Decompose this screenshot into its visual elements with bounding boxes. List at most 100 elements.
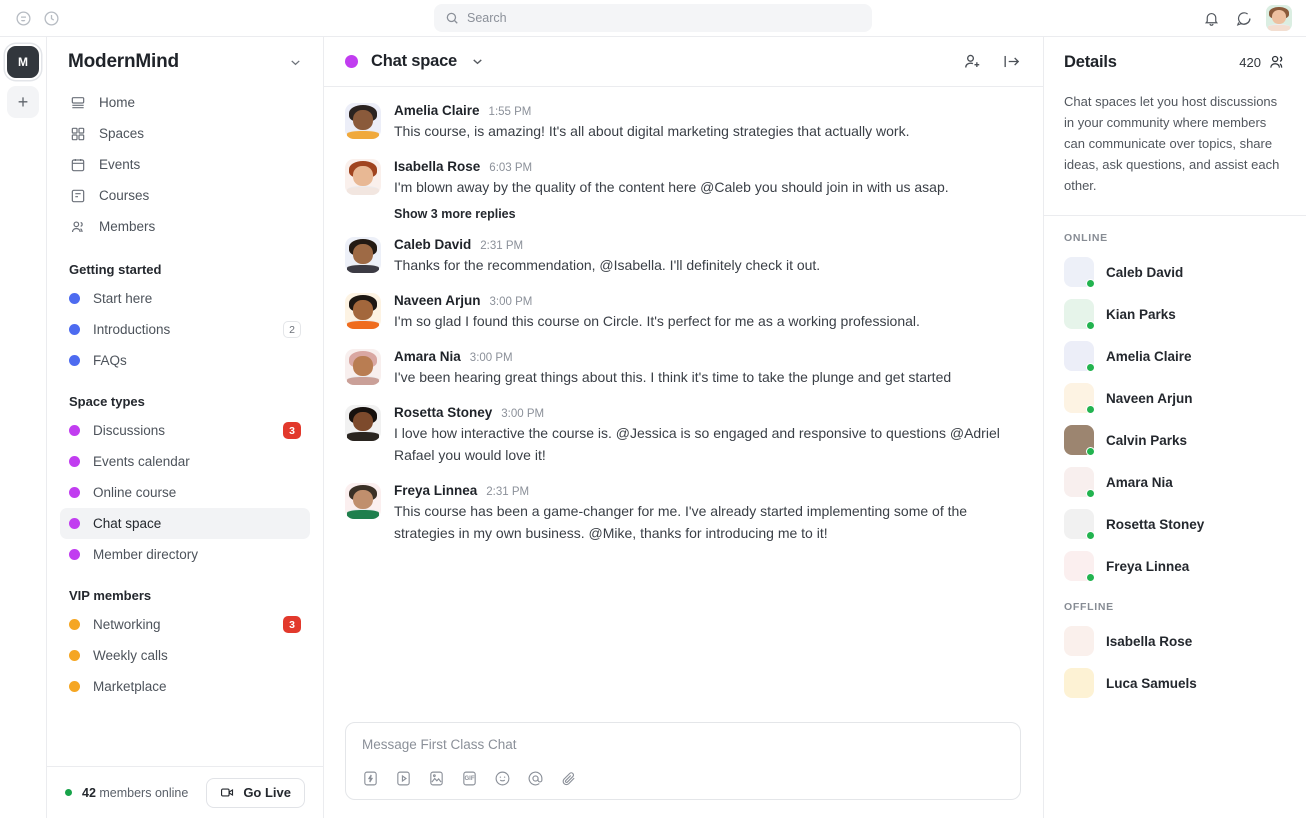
show-more-replies-link[interactable]: Show 3 more replies [394,207,949,221]
message-header: Caleb David 2:31 PM [394,237,820,252]
gif-box-icon[interactable]: GIF [461,770,478,787]
sidebar-item-online-course[interactable]: Online course [60,477,310,508]
avatar[interactable] [345,404,381,441]
topbar-right-icons [1202,5,1292,31]
online-status-dot-icon [1086,489,1095,499]
topbar-left-icons [14,9,60,27]
bell-icon[interactable] [1202,9,1220,27]
details-panel: Details 420 Chat spaces let you host dis… [1044,37,1306,818]
message-body: Isabella Rose 6:03 PM I'm blown away by … [394,159,949,221]
message-author[interactable]: Freya Linnea [394,483,477,498]
search-bar[interactable] [434,4,872,32]
attachment-icon[interactable] [560,770,577,787]
list-item[interactable]: Luca Samuels [1044,662,1306,704]
message-time: 6:03 PM [489,161,533,174]
member-count: 420 [1239,54,1261,70]
members-icon [69,218,86,235]
message-item: Naveen Arjun 3:00 PM I'm so glad I found… [345,292,1021,333]
members-online-suffix: members online [95,785,189,800]
emoji-icon[interactable] [494,770,511,787]
list-item[interactable]: Calvin Parks [1044,419,1306,461]
sidebar-item-faqs[interactable]: FAQs [60,345,310,376]
space-dot-icon [69,324,80,335]
list-item[interactable]: Freya Linnea [1044,545,1306,587]
avatar[interactable] [345,103,381,139]
message-time: 3:00 PM [469,351,513,364]
message-item: Freya Linnea 2:31 PM This course has bee… [345,482,1021,545]
sidebar-item-courses[interactable]: Courses [60,180,310,211]
message-author[interactable]: Isabella Rose [394,159,480,174]
chevron-down-icon[interactable] [288,55,303,70]
avatar[interactable] [1266,5,1292,31]
sidebar-header[interactable]: ModernMind [47,37,323,87]
mention-icon[interactable] [527,770,544,787]
space-dot-icon [69,355,80,366]
image-box-icon[interactable] [428,770,445,787]
sidebar-item-members[interactable]: Members [60,211,310,242]
sidebar-item-label: Start here [93,291,153,306]
message-body: Freya Linnea 2:31 PM This course has bee… [394,483,1016,545]
message-author[interactable]: Amara Nia [394,349,461,364]
sidebar-item-start-here[interactable]: Start here [60,283,310,314]
sidebar-item-introductions[interactable]: Introductions 2 [60,314,310,345]
collapse-panel-icon[interactable] [1002,52,1021,71]
members-online-count: 42 [82,785,96,800]
avatar[interactable] [345,158,381,195]
video-box-icon[interactable] [395,770,412,787]
sidebar-item-events-calendar[interactable]: Events calendar [60,446,310,477]
online-status-dot-icon [1086,531,1095,541]
avatar[interactable] [345,482,381,519]
sidebar-item-events[interactable]: Events [60,149,310,180]
sidebar-item-networking[interactable]: Networking 3 [60,609,310,640]
avatar[interactable] [345,348,381,385]
avatar [1064,425,1095,457]
composer-placeholder[interactable]: Message First Class Chat [362,737,1004,752]
message-author[interactable]: Amelia Claire [394,103,480,118]
workspace-logo[interactable]: M [7,46,39,78]
list-item[interactable]: Naveen Arjun [1044,377,1306,419]
sidebar-item-chat-space[interactable]: Chat space [60,508,310,539]
message-author[interactable]: Naveen Arjun [394,293,481,308]
chevron-down-icon[interactable] [470,54,485,69]
member-count-group[interactable]: 420 [1239,53,1286,71]
sidebar-item-spaces[interactable]: Spaces [60,118,310,149]
list-item[interactable]: Amelia Claire [1044,335,1306,377]
message-header: Rosetta Stoney 3:00 PM [394,405,1016,420]
online-status-dot-icon [1086,405,1095,415]
avatar[interactable] [345,236,381,273]
message-text: This course, is amazing! It's all about … [394,123,910,139]
list-item[interactable]: Amara Nia [1044,461,1306,503]
list-item[interactable]: Caleb David [1044,251,1306,293]
space-dot-icon [69,487,80,498]
clock-icon[interactable] [42,9,60,27]
compass-icon[interactable] [14,9,32,27]
search-input[interactable] [467,11,861,25]
composer-area: Message First Class Chat GIF [324,714,1043,818]
message-header: Naveen Arjun 3:00 PM [394,293,920,308]
avatar[interactable] [345,292,381,329]
add-workspace-button[interactable]: + [7,86,39,118]
message-body: Caleb David 2:31 PM Thanks for the recom… [394,237,820,277]
list-item[interactable]: Rosetta Stoney [1044,503,1306,545]
lightning-box-icon[interactable] [362,770,379,787]
sidebar-item-home[interactable]: Home [60,87,310,118]
sidebar-item-member-directory[interactable]: Member directory [60,539,310,570]
avatar-face [345,103,381,139]
sidebar-item-weekly-calls[interactable]: Weekly calls [60,640,310,671]
sidebar-item-label: Marketplace [93,679,167,694]
sidebar-item-discussions[interactable]: Discussions 3 [60,415,310,446]
message-author[interactable]: Caleb David [394,237,471,252]
sidebar: ModernMind Home Spaces Events Courses Me… [47,37,324,818]
chat-bubble-icon[interactable] [1234,9,1252,27]
message-author[interactable]: Rosetta Stoney [394,405,492,420]
message-composer[interactable]: Message First Class Chat GIF [345,722,1021,800]
unread-badge: 3 [283,422,301,439]
list-item[interactable]: Kian Parks [1044,293,1306,335]
app-window: M + ModernMind [0,0,1306,818]
list-item[interactable]: Isabella Rose [1044,620,1306,662]
sidebar-item-marketplace[interactable]: Marketplace [60,671,310,702]
avatar-face [345,405,381,441]
page-title: Chat space [371,52,458,70]
go-live-button[interactable]: Go Live [206,777,305,808]
add-member-icon[interactable] [963,52,982,71]
